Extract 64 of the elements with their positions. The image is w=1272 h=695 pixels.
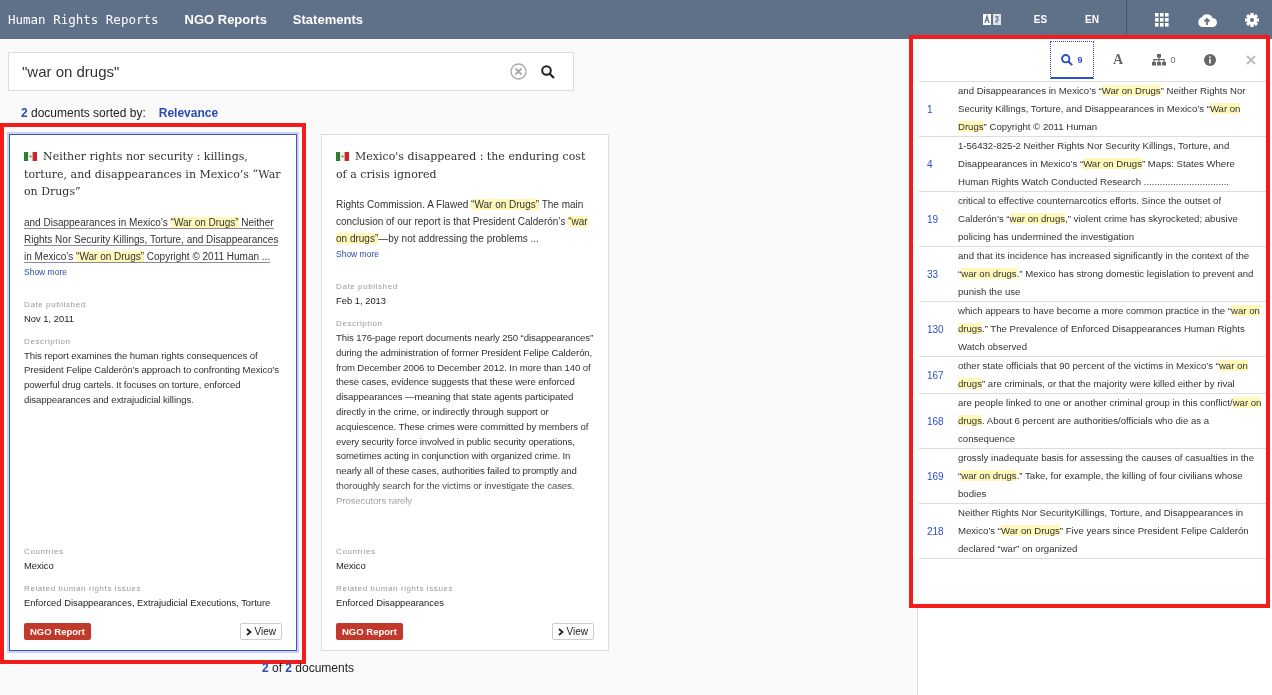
- field-label: Countries: [24, 547, 64, 556]
- document-title[interactable]: Neither rights nor security : killings, torture, and disappearances in Mexico’s “War on Drugs”: [24, 148, 282, 201]
- page-number-link[interactable]: 168: [919, 415, 958, 427]
- field-label: Description: [336, 319, 383, 328]
- document-title[interactable]: Mexico's disappeared : the enduring cost of a crisis ignored: [336, 148, 594, 183]
- type-badge: NGO Report: [24, 623, 91, 640]
- text-snippet: and Disappearances in Mexico’s “War on Drugs” Neither Rights Nor Security Killings, Torture, and Disappearances in Mexico’s “War on Drugs” Copyright © 2011 Human ...: [24, 215, 280, 265]
- country-value: Mexico: [336, 560, 366, 571]
- flag-icon: [336, 152, 349, 161]
- text-snippet: Rights Commission. A Flawed “War on Drugs” The main conclusion of our report is that President Calderón’s “war on drugs”—by not addressing the problems ...: [336, 198, 589, 246]
- issues-value: Enforced Disappearances, Extrajudicial Executions, Torture: [24, 597, 271, 608]
- document-card[interactable]: [9, 134, 297, 651]
- panel-tab[interactable]: 9: [1050, 41, 1094, 79]
- language-link[interactable]: EN: [1085, 14, 1099, 25]
- page-number-link[interactable]: 19: [919, 213, 958, 225]
- date-value: Nov 1, 2011: [24, 312, 74, 324]
- panel-tab[interactable]: A: [1096, 41, 1140, 79]
- type-badge: NGO Report: [336, 623, 403, 640]
- language-link[interactable]: ES: [1033, 14, 1048, 25]
- cloud-upload-icon[interactable]: [1197, 12, 1217, 27]
- result-snippet[interactable]: Neither Rights Nor SecurityKillings, Torture, and Disappearances in Mexico’s “War on Drugs” Five years since President Felipe Calderón declared “war” on organized: [958, 504, 1262, 558]
- chevron-icon: [557, 627, 564, 636]
- description-text: This report examines the human rights consequences of President Felipe Calderón’s approach to confronting Mexico’s powerful drug cartels. It focuses on torture, enforced disappearances and extrajudicial killings.: [24, 348, 280, 407]
- issues-value: Enforced Disappearances: [336, 597, 444, 608]
- sort-link[interactable]: Relevance: [158, 106, 219, 120]
- search-icon[interactable]: [541, 64, 555, 79]
- page-number-link[interactable]: 1: [919, 103, 958, 115]
- nav-link[interactable]: NGO Reports: [184, 12, 267, 27]
- show-more-link[interactable]: Show more: [336, 249, 379, 259]
- result-snippet[interactable]: and Disappearances in Mexico’s “War on Drugs” Neither Rights Nor Security Killings, Torture, and Disappearances in Mexico’s “War on Drugs” Copyright © 2011 Human: [958, 82, 1262, 136]
- settings-icon[interactable]: [1245, 12, 1259, 27]
- hierarchy-icon: [1152, 54, 1167, 66]
- field-label: Related human rights issues: [24, 584, 142, 593]
- search-field[interactable]: "war on drugs": [8, 52, 574, 91]
- field-label: Date published: [24, 299, 86, 309]
- description-text: This 176-page report documents nearly 250 “disappearances” during the administration of former President Felipe Calderón, from December 2006 to December 2012. In more than 140 of these cases, evidence suggests that these were enforced disappearances —meaning that state agents participated directly in the crime, or indirectly through support or acquiescence. These crimes were committed by members of every security force involved in public security operations, sometimes acting in conjunction with organized crime. In nearly all of these cases, authorities failed to promptly and thoroughly search for the victims or investigate the cases. Prosecutors rarely: [336, 331, 594, 508]
- field-label: Description: [24, 336, 71, 346]
- flag-icon: [24, 152, 37, 161]
- page-count: 2 of 2 documents: [261, 661, 355, 675]
- field-label: Related human rights issues: [336, 584, 454, 593]
- page-number-link[interactable]: 218: [919, 525, 958, 537]
- panel-tab[interactable]: 0: [1142, 41, 1186, 79]
- nav-link[interactable]: Statements: [292, 12, 363, 27]
- view-button[interactable]: View: [239, 623, 282, 640]
- field-label: Date published: [336, 282, 398, 291]
- result-count: 2 documents sorted by:: [21, 106, 146, 120]
- result-snippet[interactable]: grossly inadequate basis for assessing the causes of casualties in the “war on drugs.” Take, for example, the killing of four civilians whose bodies: [958, 449, 1262, 503]
- date-value: Feb 1, 2013: [336, 295, 387, 306]
- page-number-link[interactable]: 4: [919, 158, 958, 170]
- search-icon: [1061, 53, 1074, 66]
- translate-icon[interactable]: [982, 14, 1001, 25]
- country-value: Mexico: [24, 560, 54, 571]
- apps-grid-icon[interactable]: [1155, 12, 1169, 27]
- page-number-link[interactable]: 169: [919, 470, 958, 482]
- result-snippet[interactable]: 1-56432-825-2 Neither Rights Nor Security Killings, Torture, and Disappearances in Mexico’s “War on Drugs” Maps: States Where Human Rights Watch Conducted Research ................................: [958, 137, 1262, 191]
- page-number-link[interactable]: 130: [919, 323, 958, 335]
- page-number-link[interactable]: 33: [919, 268, 958, 280]
- page-number-link[interactable]: 167: [919, 369, 958, 381]
- chevron-icon: [245, 627, 252, 636]
- show-more-link[interactable]: Show more: [24, 266, 67, 277]
- info-icon: [1204, 54, 1216, 66]
- field-label: Countries: [336, 547, 376, 556]
- view-button[interactable]: View: [551, 623, 594, 640]
- brand-link[interactable]: Human Rights Reports: [8, 12, 159, 27]
